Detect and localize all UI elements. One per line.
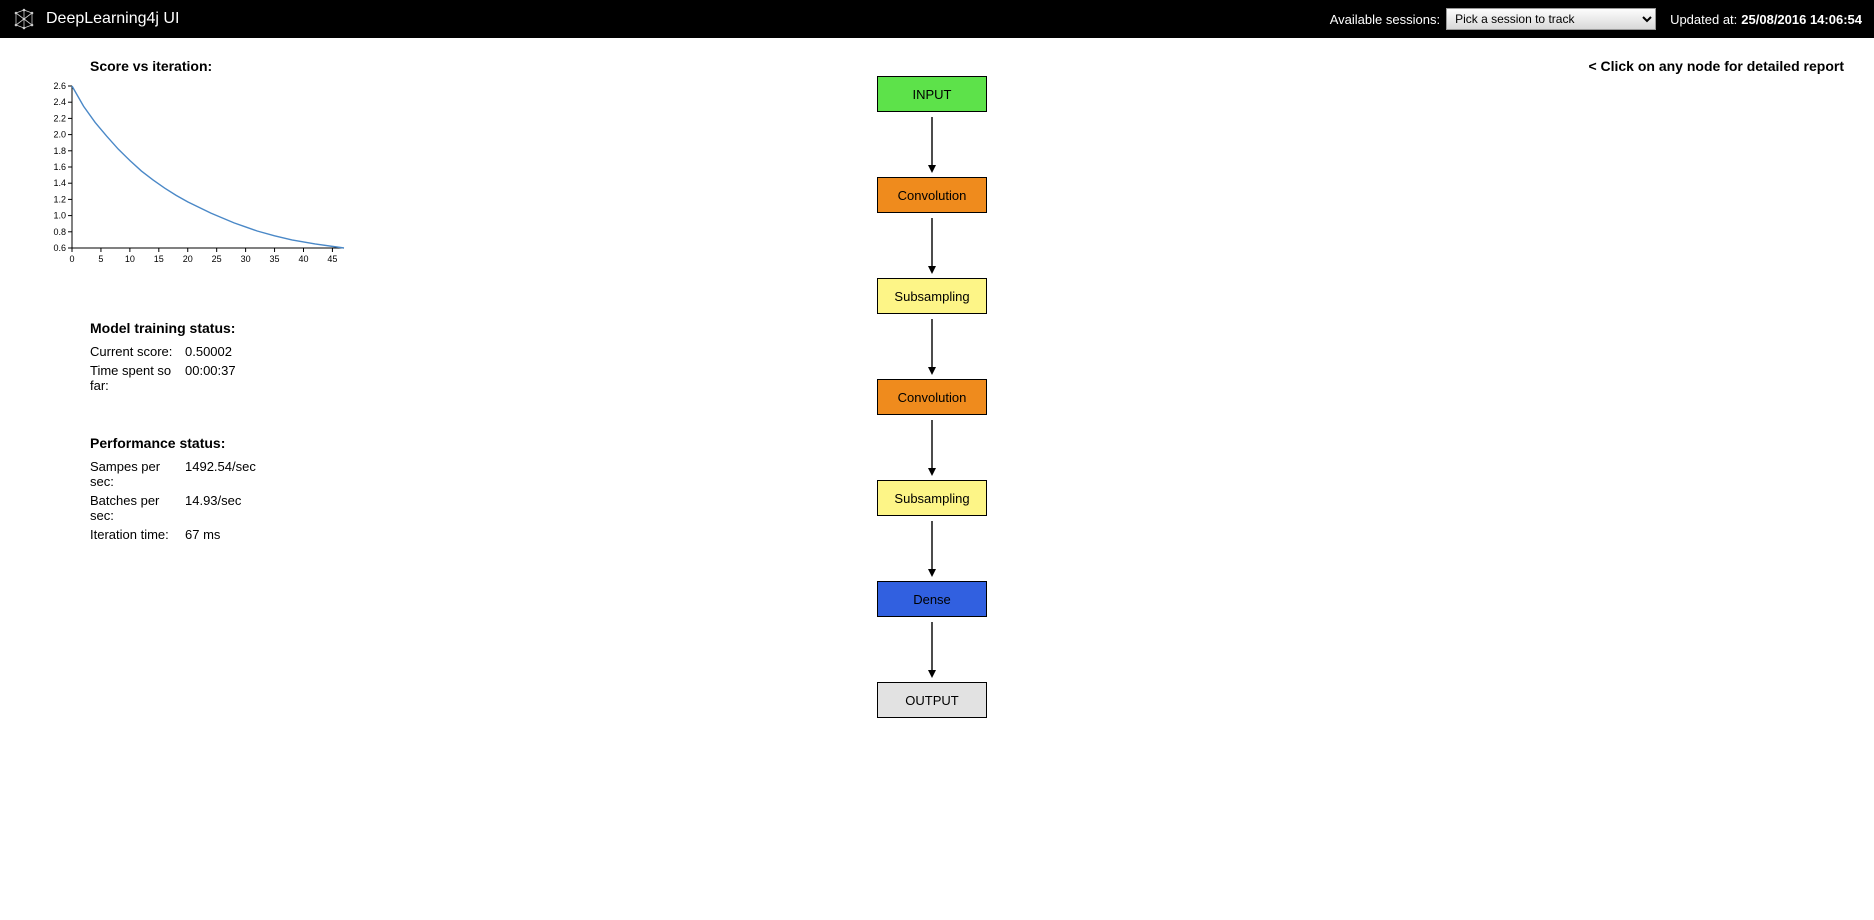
status-label: Sampes per sec: [90, 457, 185, 491]
main-area: Score vs iteration: 0.6 0.8 1.0 1.2 1.4 1.6 1.… [0, 38, 1874, 718]
status-label: Batches per sec: [90, 491, 185, 525]
y-tick-label: 1.4 [53, 178, 66, 188]
status-row: Iteration time:67 ms [90, 525, 256, 544]
node-sub1[interactable]: Subsampling [877, 278, 987, 314]
y-tick-label: 0.8 [53, 227, 66, 237]
arrow-down-icon [926, 516, 938, 581]
status-value: 67 ms [185, 525, 256, 544]
training-status-heading: Model training status: [90, 320, 420, 336]
status-label: Time spent so far: [90, 361, 185, 395]
x-tick-label: 35 [270, 254, 280, 264]
detail-hint: < Click on any node for detailed report [1444, 58, 1844, 74]
top-bar: DeepLearning4j UI Available sessions: Pi… [0, 0, 1874, 38]
y-tick-label: 1.8 [53, 146, 66, 156]
x-tick-label: 40 [298, 254, 308, 264]
right-column: < Click on any node for detailed report [1444, 58, 1874, 74]
arrow-down-icon [926, 314, 938, 379]
x-tick-label: 30 [241, 254, 251, 264]
y-tick-label: 2.4 [53, 97, 66, 107]
x-tick-label: 15 [154, 254, 164, 264]
status-row: Batches per sec:14.93/sec [90, 491, 256, 525]
y-tick-label: 1.2 [53, 194, 66, 204]
node-output[interactable]: OUTPUT [877, 682, 987, 718]
status-label: Iteration time: [90, 525, 185, 544]
arrow-down-icon [926, 617, 938, 682]
y-tick-label: 1.6 [53, 162, 66, 172]
updated-at-label: Updated at: [1670, 12, 1737, 27]
node-dense[interactable]: Dense [877, 581, 987, 617]
app-logo-icon [12, 7, 36, 31]
x-tick-label: 25 [212, 254, 222, 264]
status-row: Time spent so far:00:00:37 [90, 361, 236, 395]
app-title: DeepLearning4j UI [46, 10, 179, 28]
y-tick-label: 2.2 [53, 113, 66, 123]
y-tick-label: 2.6 [53, 81, 66, 91]
status-value: 0.50002 [185, 342, 236, 361]
node-conv2[interactable]: Convolution [877, 379, 987, 415]
node-conv1[interactable]: Convolution [877, 177, 987, 213]
sessions-label: Available sessions: [1330, 12, 1440, 27]
y-tick-label: 1.0 [53, 211, 66, 221]
status-row: Current score:0.50002 [90, 342, 236, 361]
status-value: 1492.54/sec [185, 457, 256, 491]
score-chart: 0.6 0.8 1.0 1.2 1.4 1.6 1.8 2.0 2.2 2.4 2.6 0 5 10 15 2… [30, 80, 350, 270]
chart-title: Score vs iteration: [90, 58, 420, 74]
training-status-section: Model training status: Current score:0.5… [90, 320, 420, 395]
performance-status-heading: Performance status: [90, 435, 420, 451]
arrow-down-icon [926, 213, 938, 278]
y-tick-label: 2.0 [53, 130, 66, 140]
x-tick-label: 20 [183, 254, 193, 264]
x-tick-label: 5 [98, 254, 103, 264]
updated-at-value: 25/08/2016 14:06:54 [1741, 12, 1862, 27]
node-sub2[interactable]: Subsampling [877, 480, 987, 516]
status-row: Sampes per sec:1492.54/sec [90, 457, 256, 491]
node-input[interactable]: INPUT [877, 76, 987, 112]
arrow-down-icon [926, 415, 938, 480]
performance-status-section: Performance status: Sampes per sec:1492.… [90, 435, 420, 544]
status-value: 00:00:37 [185, 361, 236, 395]
session-select[interactable]: Pick a session to track [1446, 8, 1656, 30]
left-column: Score vs iteration: 0.6 0.8 1.0 1.2 1.4 1.6 1.… [0, 58, 420, 544]
x-tick-label: 10 [125, 254, 135, 264]
x-tick-label: 0 [69, 254, 74, 264]
status-label: Current score: [90, 342, 185, 361]
score-line [72, 86, 344, 248]
arrow-down-icon [926, 112, 938, 177]
network-graph: INPUT Convolution Subsampling Convolution Su… [420, 58, 1444, 718]
x-tick-label: 45 [327, 254, 337, 264]
y-tick-label: 0.6 [53, 243, 66, 253]
status-value: 14.93/sec [185, 491, 256, 525]
